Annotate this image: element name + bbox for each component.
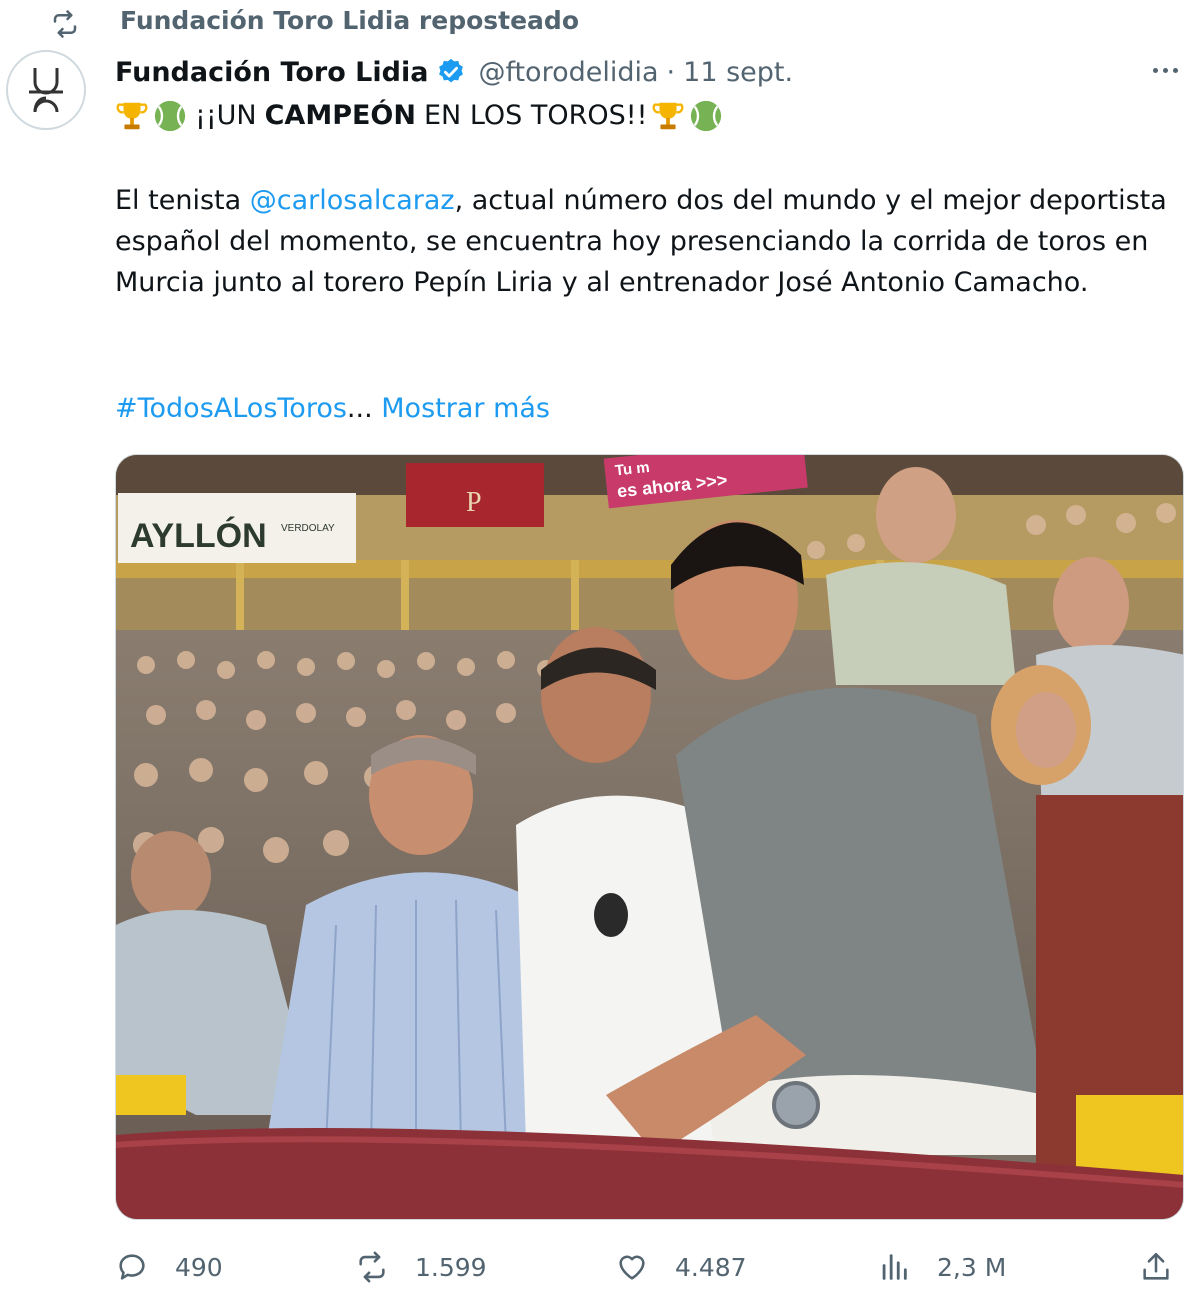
headline-suffix: EN LOS TOROS!! — [423, 100, 648, 131]
verified-badge-icon — [439, 58, 464, 83]
repost-count: 1.599 — [415, 1252, 487, 1282]
bullring-photo: P AYLLÓN VERDOLAY Tu m es ahora >>> — [116, 455, 1183, 1219]
repost-button[interactable]: 1.599 — [355, 1240, 487, 1294]
balcony-letter: P — [466, 487, 482, 518]
user-handle[interactable]: @ftorodelidia — [478, 57, 658, 88]
like-button[interactable]: 4.487 — [615, 1240, 747, 1294]
more-icon — [1152, 67, 1158, 73]
reply-count: 490 — [175, 1252, 223, 1282]
repost-icon — [53, 10, 77, 38]
display-name[interactable]: Fundación Toro Lidia — [115, 57, 428, 88]
trophy-icon — [653, 102, 684, 129]
views-icon — [882, 1254, 907, 1280]
separator-dot: · — [666, 56, 676, 88]
post-body: El tenista @carlosalcaraz, actual número… — [115, 180, 1175, 303]
views-count: 2,3 M — [937, 1252, 1007, 1282]
post-date[interactable]: 11 sept. — [683, 57, 793, 88]
share-button[interactable] — [1139, 1240, 1173, 1294]
repost-label[interactable]: Fundación Toro Lidia reposteado — [120, 6, 579, 35]
post-headline: ¡¡UN CAMPEÓN EN LOS TOROS!! — [115, 95, 1175, 136]
trophy-icon — [116, 102, 148, 129]
hashtag-link[interactable]: #TodosALosToros — [115, 393, 347, 424]
post-photo[interactable]: P AYLLÓN VERDOLAY Tu m es ahora >>> — [115, 454, 1184, 1220]
action-bar: 490 1.599 4.487 2,3 M — [115, 1240, 1185, 1294]
svg-text:VERDOLAY: VERDOLAY — [281, 523, 335, 534]
reply-button[interactable]: 490 — [115, 1240, 223, 1294]
svg-text:AYLLÓN: AYLLÓN — [130, 517, 267, 555]
tennis-ball-icon — [154, 100, 186, 131]
mention-link[interactable]: @carlosalcaraz — [250, 185, 455, 216]
headline-prefix: ¡¡UN — [195, 100, 257, 131]
hashtag-line: #TodosALosToros... Mostrar más — [115, 388, 1175, 429]
reply-icon — [119, 1254, 145, 1280]
views-button[interactable]: 2,3 M — [877, 1240, 1006, 1294]
share-icon — [1143, 1252, 1169, 1280]
tennis-ball-icon — [691, 100, 722, 131]
body-text-start: El tenista — [115, 185, 250, 216]
repost-icon — [359, 1251, 385, 1283]
more-button[interactable] — [1143, 55, 1187, 85]
show-more-link[interactable]: Mostrar más — [381, 393, 550, 424]
logo-icon — [29, 68, 63, 113]
headline-bold: CAMPEÓN — [264, 100, 416, 131]
like-icon — [619, 1255, 645, 1280]
avatar[interactable] — [6, 50, 86, 130]
repost-indicator — [50, 6, 80, 42]
ellipsis: ... — [346, 393, 373, 424]
post-header: Fundación Toro Lidia @ftorodelidia · 11 … — [115, 52, 793, 92]
ayllon-banner: AYLLÓN VERDOLAY — [118, 493, 356, 563]
like-count: 4.487 — [675, 1252, 747, 1282]
svg-text:Tu m: Tu m — [614, 459, 650, 480]
